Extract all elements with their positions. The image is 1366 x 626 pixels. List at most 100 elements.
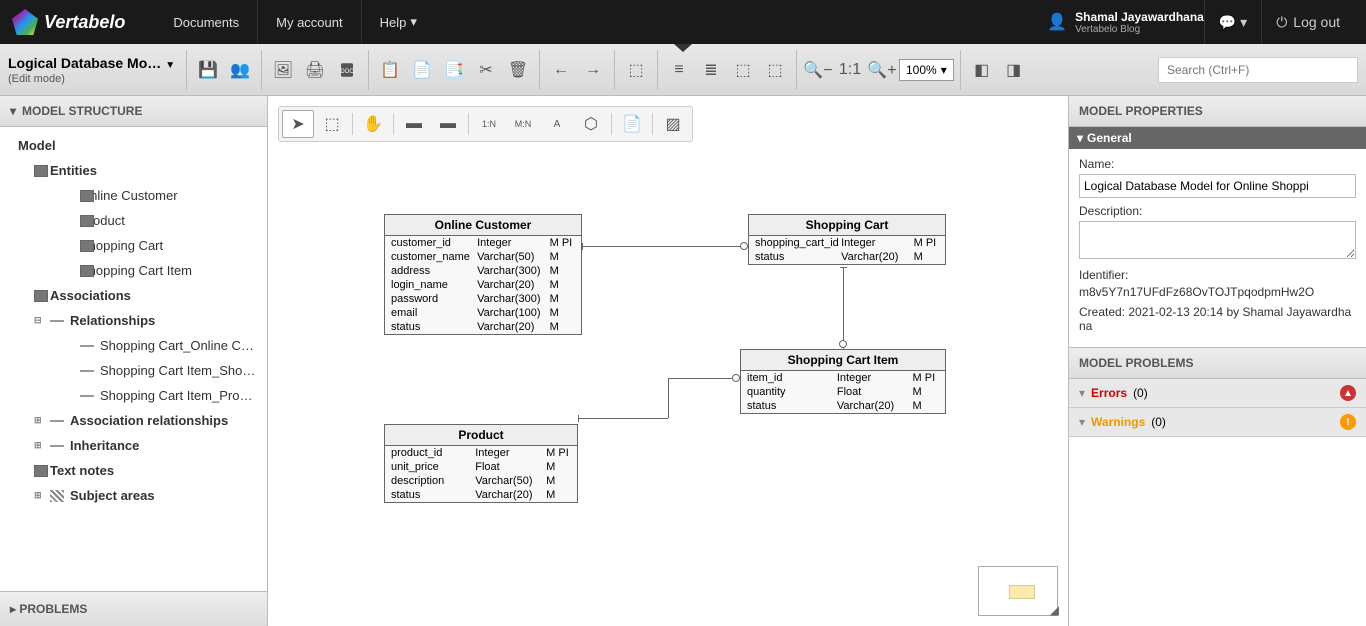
tree-root-model[interactable]: Model — [0, 133, 267, 158]
zoom-out-icon[interactable]: 🔍− — [803, 55, 833, 85]
print-icon[interactable]: 🖨 — [300, 55, 330, 85]
nav-documents[interactable]: Documents — [155, 0, 257, 44]
zoom-reset-icon[interactable]: 1:1 — [835, 55, 865, 85]
tree-relationships[interactable]: ⊟Relationships — [0, 308, 267, 333]
general-section-header[interactable]: ▾General — [1069, 127, 1366, 149]
cut-icon[interactable]: ✂ — [471, 55, 501, 85]
fit-icon[interactable]: ⬚ — [621, 55, 651, 85]
zoom-in-icon[interactable]: 🔍+ — [867, 55, 897, 85]
one-to-many-tool-icon[interactable]: 1:N — [473, 110, 505, 138]
entity-column-row[interactable]: unit_priceFloatM — [385, 460, 577, 474]
note-tool-icon[interactable]: 📄 — [616, 110, 648, 138]
inherit-tool-icon[interactable]: ⬡ — [575, 110, 607, 138]
entity-column-row[interactable]: quantityFloatM — [741, 385, 945, 399]
tree-entities[interactable]: ⊟Entities — [0, 158, 267, 183]
entity-column-row[interactable]: customer_nameVarchar(50)M — [385, 250, 581, 264]
tree-assoc-relationships[interactable]: ⊞Association relationships — [0, 408, 267, 433]
pointer-tool-icon[interactable]: ➤ — [282, 110, 314, 138]
model-structure-header[interactable]: ▾MODEL STRUCTURE — [0, 96, 267, 127]
redo-icon[interactable]: → — [578, 55, 608, 85]
area-tool-icon[interactable]: ▨ — [657, 110, 689, 138]
chat-icon[interactable]: 💬 ▾ — [1204, 0, 1261, 44]
logout-button[interactable]: ⏻ Log out — [1261, 0, 1354, 44]
tree-text-notes[interactable]: ⊞Text notes — [0, 458, 267, 483]
tree-entity-product[interactable]: Product — [0, 208, 267, 233]
delete-icon[interactable]: 🗑 — [503, 55, 533, 85]
many-to-many-tool-icon[interactable]: M:N — [507, 110, 539, 138]
model-properties-header[interactable]: MODEL PROPERTIES — [1069, 96, 1366, 127]
tree-rel-3[interactable]: Shopping Cart Item_Pro… — [0, 383, 267, 408]
tree-associations[interactable]: ⊞Associations — [0, 283, 267, 308]
model-description-input[interactable] — [1079, 221, 1356, 259]
search-input[interactable] — [1158, 57, 1358, 83]
user-section[interactable]: 👤 Shamal Jayawardhana Vertabelo Blog — [1047, 10, 1204, 35]
undo-icon[interactable]: ← — [546, 55, 576, 85]
errors-row[interactable]: ▾ Errors (0) ▲ — [1069, 379, 1366, 408]
image-export-icon[interactable]: 🖼 — [268, 55, 298, 85]
canvas-area[interactable]: ➤ ⬚ ✋ ▬ ▬ 1:N M:N A ⬡ 📄 ▨ — [268, 96, 1068, 626]
entity-column-row[interactable]: product_idIntegerM PI — [385, 446, 577, 460]
nav-my-account[interactable]: My account — [257, 0, 360, 44]
expand-icon[interactable]: ⊞ — [34, 415, 44, 426]
tree-subject-areas[interactable]: ⊞Subject areas — [0, 483, 267, 508]
tree-entity-online-customer[interactable]: Online Customer — [0, 183, 267, 208]
entity-column-row[interactable]: login_nameVarchar(20)M — [385, 278, 581, 292]
paste-icon[interactable]: 📄 — [407, 55, 437, 85]
entity-column-row[interactable]: statusVarchar(20)M — [385, 320, 581, 334]
warnings-row[interactable]: ▾ Warnings (0) ! — [1069, 408, 1366, 437]
entity-column-row[interactable]: descriptionVarchar(50)M — [385, 474, 577, 488]
expand-icon[interactable]: ⊞ — [34, 490, 44, 501]
diagram-canvas[interactable]: Online Customer customer_idIntegerM PIcu… — [268, 96, 1068, 626]
entity-column-row[interactable]: statusVarchar(20)M — [749, 250, 945, 264]
align-center-icon[interactable]: ≣ — [696, 55, 726, 85]
marquee-tool-icon[interactable]: ⬚ — [316, 110, 348, 138]
expand-icon[interactable]: ⊞ — [34, 440, 44, 451]
tree-inheritance[interactable]: ⊞Inheritance — [0, 433, 267, 458]
tree-entity-shopping-cart[interactable]: Shopping Cart — [0, 233, 267, 258]
document-title-block[interactable]: Logical Database Mo…▼ (Edit mode) — [8, 55, 186, 85]
share-icon[interactable]: 👥 — [225, 55, 255, 85]
table-tool-icon[interactable]: ▬ — [432, 110, 464, 138]
save-icon[interactable]: 💾 — [193, 55, 223, 85]
entity-column-row[interactable]: statusVarchar(20)M — [741, 399, 945, 413]
entity-shopping-cart[interactable]: Shopping Cart shopping_cart_idIntegerM P… — [748, 214, 946, 265]
rel-line[interactable] — [843, 267, 844, 349]
brand-logo[interactable]: Vertabelo — [12, 9, 125, 35]
copy-icon[interactable]: 📋 — [375, 55, 405, 85]
collapse-icon[interactable]: ⊟ — [34, 315, 44, 326]
pan-tool-icon[interactable]: ✋ — [357, 110, 389, 138]
rel-line[interactable] — [578, 418, 668, 419]
panel-right-toggle-icon[interactable]: ◨ — [999, 55, 1029, 85]
entity-column-row[interactable]: shopping_cart_idIntegerM PI — [749, 236, 945, 250]
align-left-icon[interactable]: ≡ — [664, 55, 694, 85]
entity-column-row[interactable]: passwordVarchar(300)M — [385, 292, 581, 306]
nav-help[interactable]: Help▾ — [361, 0, 435, 44]
tree-rel-2[interactable]: Shopping Cart Item_Sho… — [0, 358, 267, 383]
entity-column-row[interactable]: addressVarchar(300)M — [385, 264, 581, 278]
tree-entity-shopping-cart-item[interactable]: Shopping Cart Item — [0, 258, 267, 283]
entity-column-row[interactable]: customer_idIntegerM PI — [385, 236, 581, 250]
entity-online-customer[interactable]: Online Customer customer_idIntegerM PIcu… — [384, 214, 582, 335]
resize-icon[interactable]: ◢ — [1050, 603, 1059, 617]
entity-column-row[interactable]: statusVarchar(20)M — [385, 488, 577, 502]
panel-left-toggle-icon[interactable]: ◧ — [967, 55, 997, 85]
problems-panel-toggle[interactable]: ▸ PROBLEMS — [0, 591, 267, 626]
zoom-select[interactable]: 100%▾ — [899, 59, 954, 81]
entity-product[interactable]: Product product_idIntegerM PIunit_priceF… — [384, 424, 578, 503]
entity-column-row[interactable]: item_idIntegerM PI — [741, 371, 945, 385]
rel-line[interactable] — [668, 378, 669, 418]
model-problems-header[interactable]: MODEL PROBLEMS — [1069, 347, 1366, 379]
entity-column-row[interactable]: emailVarchar(100)M — [385, 306, 581, 320]
paste-special-icon[interactable]: 📑 — [439, 55, 469, 85]
tree-rel-1[interactable]: Shopping Cart_Online C… — [0, 333, 267, 358]
minimap[interactable]: ◢ — [978, 566, 1058, 616]
arrange-icon[interactable]: ⬚ — [728, 55, 758, 85]
doc-export-icon[interactable]: DOC — [332, 55, 362, 85]
assoc-tool-icon[interactable]: A — [541, 110, 573, 138]
entity-shopping-cart-item[interactable]: Shopping Cart Item item_idIntegerM PIqua… — [740, 349, 946, 414]
rel-line[interactable] — [582, 246, 748, 247]
arrange2-icon[interactable]: ⬚ — [760, 55, 790, 85]
model-name-input[interactable] — [1079, 174, 1356, 198]
rel-line[interactable] — [668, 378, 740, 379]
entity-tool-icon[interactable]: ▬ — [398, 110, 430, 138]
